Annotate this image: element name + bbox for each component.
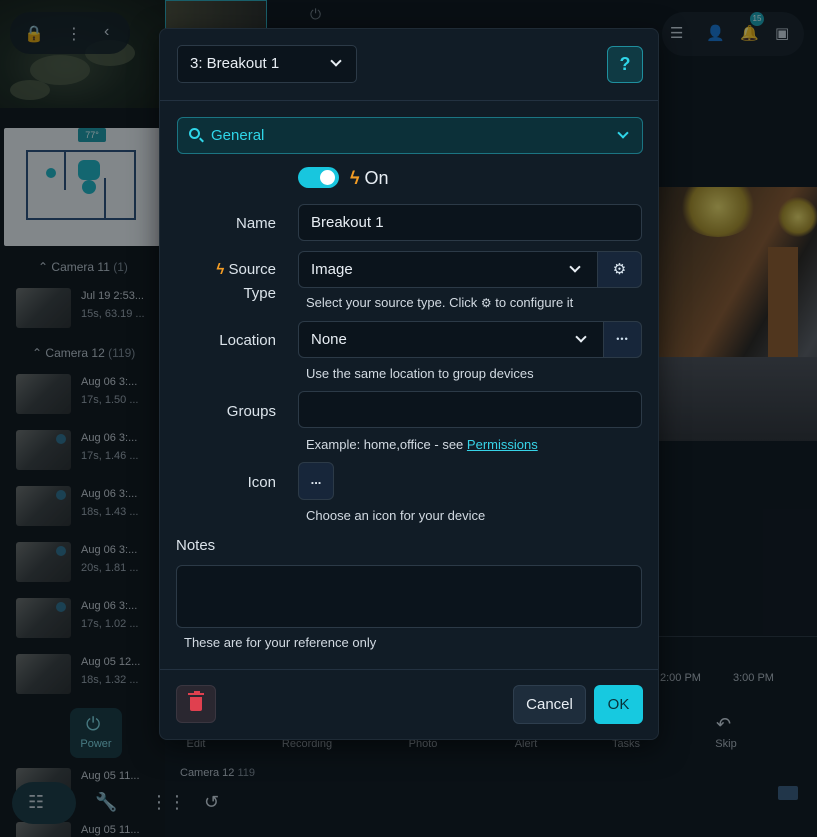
- notes-textarea[interactable]: [176, 565, 642, 628]
- modal-header: 3: Breakout 1 ?: [160, 29, 658, 101]
- lightning-icon: ϟ: [350, 168, 360, 188]
- chevron-down-icon: [330, 55, 342, 67]
- notes-hint: These are for your reference only: [184, 635, 377, 650]
- ok-button[interactable]: OK: [594, 685, 643, 724]
- choose-icon-button[interactable]: ...: [298, 462, 334, 500]
- chevron-down-icon: [617, 127, 629, 139]
- gears-icon: ⚙: [480, 296, 492, 310]
- permissions-link[interactable]: Permissions: [467, 437, 538, 452]
- device-select[interactable]: 3: Breakout 1: [177, 45, 357, 83]
- chevron-down-icon: [575, 331, 587, 343]
- icon-label: Icon: [247, 474, 276, 491]
- source-type-hint: Select your source type. Click ⚙ to conf…: [306, 295, 574, 310]
- location-more-button[interactable]: •••: [603, 321, 642, 358]
- icon-hint: Choose an icon for your device: [306, 508, 486, 523]
- delete-button[interactable]: [176, 685, 216, 723]
- trash-icon: [188, 691, 204, 711]
- groups-hint: Example: home,office - see Permissions: [306, 437, 538, 452]
- enabled-toggle[interactable]: [298, 167, 339, 188]
- groups-input[interactable]: [298, 391, 642, 428]
- location-label: Location: [219, 332, 276, 349]
- gears-icon: ⚙: [612, 261, 627, 278]
- cancel-button[interactable]: Cancel: [513, 685, 586, 724]
- device-settings-modal: 3: Breakout 1 ? General ϟ On Name Breako…: [159, 28, 659, 740]
- search-icon: [189, 128, 200, 139]
- location-hint: Use the same location to group devices: [306, 366, 534, 381]
- notes-label: Notes: [176, 537, 216, 554]
- name-label: Name: [235, 215, 276, 232]
- groups-label: Groups: [226, 403, 276, 420]
- lightning-icon: ϟ: [216, 261, 225, 278]
- source-type-select[interactable]: Image: [298, 251, 598, 288]
- source-type-label: ϟ Source: [216, 261, 276, 278]
- toggle-state-label: ϟ On: [350, 168, 389, 188]
- toggle-knob: [320, 170, 335, 185]
- source-type-label-line2: Type: [243, 285, 276, 302]
- name-input[interactable]: Breakout 1: [298, 204, 642, 241]
- chevron-down-icon: [569, 261, 581, 273]
- configure-source-button[interactable]: ⚙: [597, 251, 642, 288]
- help-button[interactable]: ?: [607, 46, 643, 83]
- location-select[interactable]: None: [298, 321, 604, 358]
- section-select[interactable]: General: [177, 117, 643, 154]
